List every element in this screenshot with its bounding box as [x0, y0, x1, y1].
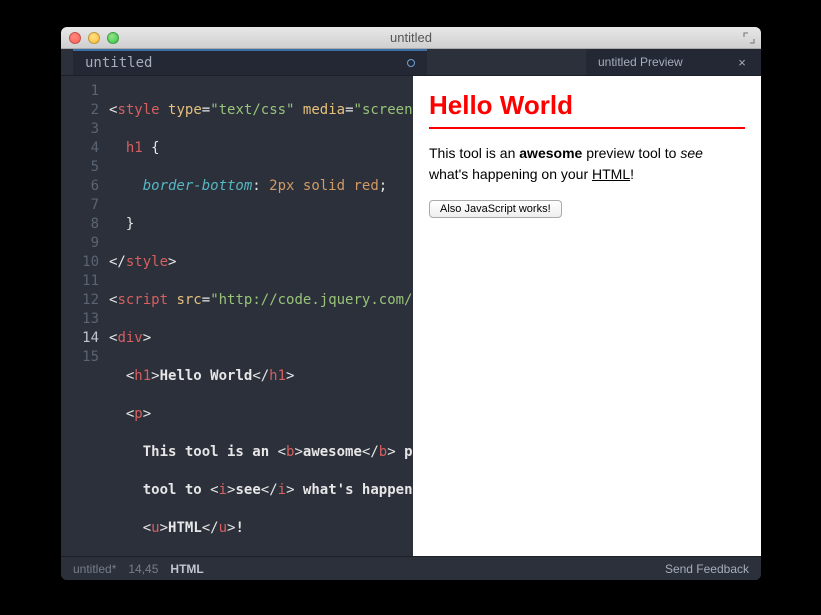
line-number: 6 [61, 177, 99, 196]
zoom-window-button[interactable] [107, 32, 119, 44]
fullscreen-icon[interactable] [743, 32, 755, 44]
status-bar: untitled* 14,45 HTML Send Feedback [61, 556, 761, 580]
line-number: 12 [61, 291, 99, 310]
status-language[interactable]: HTML [170, 562, 203, 576]
status-cursor-position: 14,45 [128, 562, 158, 576]
tab-bar: untitled untitled Preview × [61, 49, 761, 76]
close-icon[interactable]: × [735, 55, 749, 69]
line-number: 2 [61, 101, 99, 120]
line-number: 15 [61, 348, 99, 367]
line-number: 11 [61, 272, 99, 291]
line-number: 5 [61, 158, 99, 177]
titlebar[interactable]: untitled [61, 27, 761, 49]
preview-js-button[interactable]: Also JavaScript works! [429, 200, 562, 218]
line-number: 8 [61, 215, 99, 234]
line-number: 3 [61, 120, 99, 139]
app-window: untitled untitled untitled Preview × 123… [61, 27, 761, 580]
preview-pane: Hello World This tool is an awesome prev… [413, 76, 761, 556]
line-number: 13 [61, 310, 99, 329]
minimize-window-button[interactable] [88, 32, 100, 44]
line-number: 7 [61, 196, 99, 215]
close-window-button[interactable] [69, 32, 81, 44]
dirty-indicator-icon [407, 59, 415, 67]
line-number: 9 [61, 234, 99, 253]
traffic-lights [61, 32, 119, 44]
tab-editor-label: untitled [85, 54, 152, 73]
line-number: 4 [61, 139, 99, 158]
line-number: 10 [61, 253, 99, 272]
window-title: untitled [61, 30, 761, 45]
status-filename: untitled* [73, 562, 116, 576]
line-number: 14 [61, 329, 99, 348]
line-gutter: 123456789101112131415 [61, 76, 109, 556]
line-number: 1 [61, 82, 99, 101]
content-area: 123456789101112131415 <style type="text/… [61, 76, 761, 556]
preview-heading: Hello World [429, 90, 745, 129]
tab-preview[interactable]: untitled Preview × [586, 49, 761, 75]
code-area[interactable]: <style type="text/css" media="screen"> h… [109, 76, 413, 556]
tab-editor[interactable]: untitled [73, 49, 427, 75]
tab-preview-label: untitled Preview [598, 55, 683, 69]
code-editor[interactable]: 123456789101112131415 <style type="text/… [61, 76, 413, 556]
send-feedback-link[interactable]: Send Feedback [665, 562, 749, 576]
preview-paragraph: This tool is an awesome preview tool to … [429, 143, 745, 185]
